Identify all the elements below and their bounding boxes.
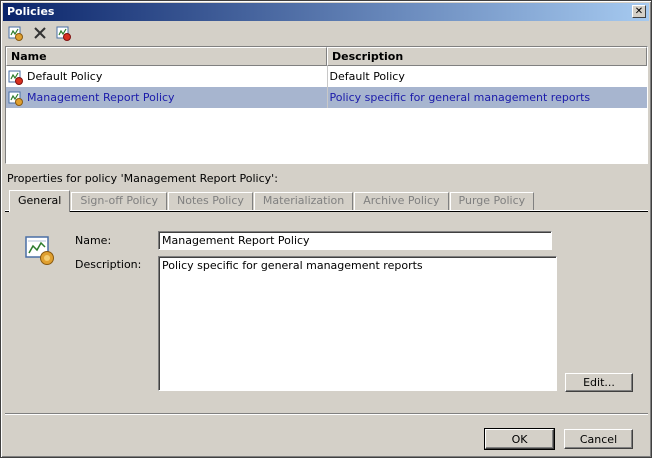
properties-caption: Properties for policy 'Management Report…: [7, 172, 278, 185]
cancel-button[interactable]: Cancel: [564, 429, 633, 449]
description-field[interactable]: Policy specific for general management r…: [158, 256, 557, 391]
row-name: Management Report Policy: [27, 91, 175, 104]
tab-archive-policy[interactable]: Archive Policy: [354, 192, 449, 211]
list-header: Name Description: [6, 47, 647, 66]
tab-materialization[interactable]: Materialization: [253, 192, 354, 211]
column-header-description[interactable]: Description: [327, 47, 647, 66]
tab-sign-off-policy[interactable]: Sign-off Policy: [71, 192, 167, 211]
description-label: Description:: [75, 258, 142, 271]
delete-icon[interactable]: [31, 24, 49, 42]
table-row[interactable]: Default Policy Default Policy: [6, 66, 647, 87]
name-label: Name:: [75, 234, 112, 247]
row-description: Policy specific for general management r…: [329, 91, 591, 104]
close-icon[interactable]: ✕: [632, 5, 646, 18]
tab-purge-policy[interactable]: Purge Policy: [449, 192, 535, 211]
toolbar: [7, 24, 73, 42]
table-row[interactable]: Management Report Policy Policy specific…: [6, 87, 647, 108]
policies-dialog: Policies ✕ Name Description Default Poli…: [0, 0, 652, 458]
add-policy-icon[interactable]: [7, 24, 25, 42]
tab-general[interactable]: General: [9, 190, 71, 212]
row-name-cell: Default Policy: [6, 66, 328, 87]
window-title: Policies: [7, 5, 55, 18]
policy-icon: [8, 91, 23, 106]
policy-large-icon: [24, 234, 56, 266]
edit-policy-icon[interactable]: [55, 24, 73, 42]
tab-strip: General Sign-off Policy Notes Policy Mat…: [9, 190, 535, 212]
tab-notes-policy[interactable]: Notes Policy: [167, 192, 253, 211]
title-bar[interactable]: Policies ✕: [3, 3, 649, 21]
default-policy-icon: [8, 70, 23, 85]
row-name-cell: Management Report Policy: [6, 87, 328, 108]
row-description: Default Policy: [329, 70, 405, 83]
policy-list[interactable]: Name Description Default Policy Default …: [5, 46, 648, 164]
column-header-name[interactable]: Name: [6, 47, 327, 66]
footer-separator: [5, 413, 648, 415]
name-field[interactable]: [158, 231, 552, 250]
ok-button[interactable]: OK: [484, 428, 555, 450]
edit-button[interactable]: Edit...: [565, 373, 633, 392]
tab-panel-border: [5, 210, 648, 212]
row-name: Default Policy: [27, 70, 103, 83]
